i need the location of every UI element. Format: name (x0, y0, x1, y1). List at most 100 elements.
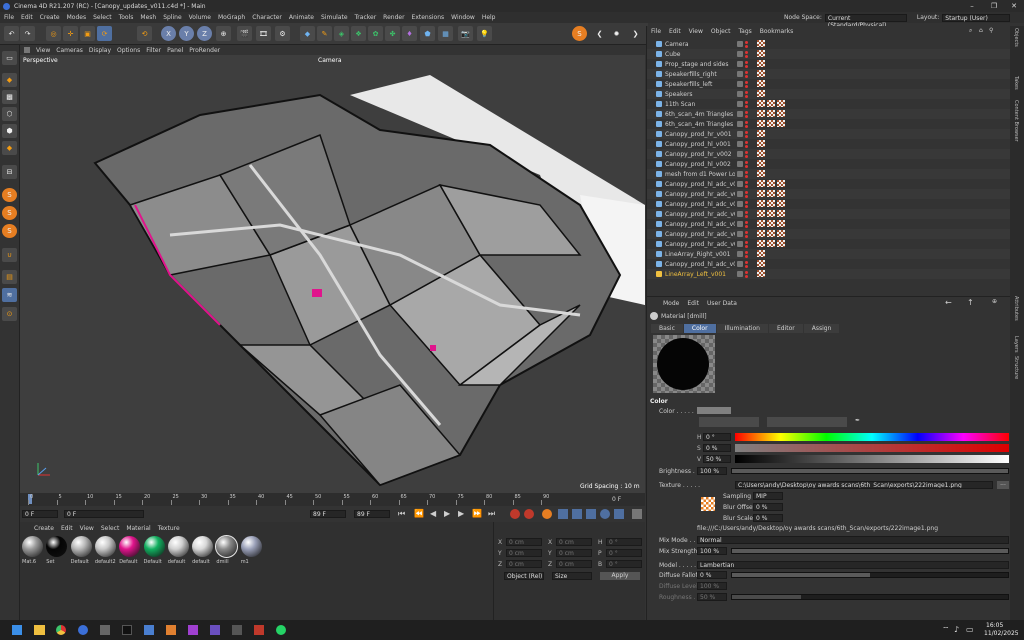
material-tag-icon[interactable] (777, 210, 785, 217)
object-name[interactable]: Canopy_prod_hl_v002 (665, 161, 735, 168)
material-tag-icon[interactable] (777, 200, 785, 207)
script-icon[interactable]: S (572, 26, 587, 41)
visibility-check-icon[interactable] (737, 251, 743, 257)
diffuse-level-field[interactable]: 100 % (697, 582, 727, 590)
attr-menu-edit[interactable]: Edit (687, 300, 699, 307)
prev-key-icon[interactable]: ⏪ (414, 509, 424, 518)
editor-visibility-dot[interactable] (745, 241, 748, 244)
editor-visibility-dot[interactable] (745, 81, 748, 84)
material-menu-view[interactable]: View (80, 525, 94, 532)
object-row[interactable]: Canopy_prod_hl_v002 (647, 159, 1011, 169)
editor-visibility-dot[interactable] (745, 161, 748, 164)
editor-visibility-dot[interactable] (745, 131, 748, 134)
hue-slider[interactable] (735, 433, 1009, 441)
brightness-field[interactable]: 100 % (697, 467, 727, 475)
object-row[interactable]: LineArray_Right_v001 (647, 249, 1011, 259)
rotate-icon[interactable]: ⟳ (97, 26, 112, 41)
material-tag-icon[interactable] (757, 130, 765, 137)
object-menu-tags[interactable]: Tags (738, 28, 751, 35)
viewport-options-icon[interactable] (24, 47, 30, 53)
menu-mesh[interactable]: Mesh (140, 14, 156, 21)
key-rotation-icon[interactable] (586, 509, 596, 519)
object-row[interactable]: 11th Scan (647, 99, 1011, 109)
render-view-icon[interactable]: 🎞 (256, 26, 271, 41)
visibility-check-icon[interactable] (737, 231, 743, 237)
prev-frame-icon[interactable]: ◀ (430, 509, 436, 518)
object-name[interactable]: Prop_stage and sides (665, 61, 735, 68)
object-row[interactable]: 6th_scan_4m Triangles HR (647, 109, 1011, 119)
visibility-check-icon[interactable] (737, 171, 743, 177)
visibility-check-icon[interactable] (737, 101, 743, 107)
menu-character[interactable]: Character (252, 14, 282, 21)
menu-render[interactable]: Render (383, 14, 404, 21)
object-row[interactable]: LineArray_Left_v001 (647, 269, 1011, 279)
script-s-icon-1[interactable]: S (2, 188, 17, 202)
object-search-icon[interactable]: ⌕ (969, 27, 972, 35)
render-region-icon[interactable]: 🎬 (237, 26, 252, 41)
visibility-check-icon[interactable] (737, 151, 743, 157)
material-menu-material[interactable]: Material (126, 525, 150, 532)
material-menu-edit[interactable]: Edit (61, 525, 73, 532)
attr-back-arrow-icon[interactable]: ← (945, 298, 952, 307)
material-tag-icon[interactable] (757, 110, 765, 117)
goto-start-icon[interactable]: ⏮ (398, 509, 405, 519)
object-name[interactable]: Canopy_prod_hr_adc_v005 (665, 211, 735, 218)
render-visibility-dot[interactable] (745, 95, 748, 98)
material-ball[interactable] (192, 536, 214, 557)
material-tag-icon[interactable] (757, 50, 765, 57)
next-key-icon[interactable]: ⏩ (472, 509, 482, 518)
editor-visibility-dot[interactable] (745, 191, 748, 194)
object-name[interactable]: 6th_scan_4m Triangles HL (665, 121, 735, 128)
material-tag-icon[interactable] (777, 120, 785, 127)
menu-volume[interactable]: Volume (189, 14, 211, 21)
shield-icon[interactable] (144, 625, 154, 635)
coord-size-select[interactable]: Size (552, 572, 592, 580)
object-name[interactable]: Camera (665, 41, 735, 48)
back-arrow-icon[interactable]: ❮ (592, 26, 607, 41)
side-tab-structure[interactable]: Structure (1013, 356, 1019, 379)
object-row[interactable]: mesh from d1 Power Lofter (647, 169, 1011, 179)
undo-icon[interactable]: ↶ (4, 26, 19, 41)
object-name[interactable]: Canopy_prod_hl_v001 (665, 141, 735, 148)
visibility-check-icon[interactable] (737, 181, 743, 187)
menu-spline[interactable]: Spline (163, 14, 181, 21)
render-visibility-dot[interactable] (745, 175, 748, 178)
menu-animate[interactable]: Animate (289, 14, 314, 21)
material-tag-icon[interactable] (777, 230, 785, 237)
attr-tab-color[interactable]: Color (683, 324, 716, 333)
render-visibility-dot[interactable] (745, 85, 748, 88)
render-visibility-dot[interactable] (745, 275, 748, 278)
render-visibility-dot[interactable] (745, 235, 748, 238)
material-tag-icon[interactable] (767, 190, 775, 197)
material-tag-icon[interactable] (777, 220, 785, 227)
object-row[interactable]: Canopy_prod_hr_adc_v008 (647, 239, 1011, 249)
object-filter-icon[interactable]: ⚲ (989, 27, 993, 34)
material-tag-icon[interactable] (757, 250, 765, 257)
value-slider[interactable] (735, 455, 1009, 463)
material-ball[interactable] (240, 536, 262, 557)
diffuse-falloff-slider[interactable] (731, 572, 1009, 578)
render-visibility-dot[interactable] (745, 265, 748, 268)
material-tag-icon[interactable] (757, 220, 765, 227)
material-name[interactable]: Set (46, 559, 70, 565)
wifi-icon[interactable]: ⌔ (942, 625, 950, 635)
side-tab-takes[interactable]: Takes (1013, 76, 1019, 90)
visibility-check-icon[interactable] (737, 131, 743, 137)
coord-value-field[interactable]: 0 ° (606, 549, 642, 557)
material-tag-icon[interactable] (757, 100, 765, 107)
render-visibility-dot[interactable] (745, 215, 748, 218)
menu-file[interactable]: File (4, 14, 14, 21)
coordinate-system-icon[interactable]: ⊕ (216, 26, 231, 41)
battery-icon[interactable]: ▭ (966, 625, 974, 634)
coord-value-field[interactable]: 0 cm (556, 560, 592, 568)
visibility-check-icon[interactable] (737, 241, 743, 247)
material-ball[interactable] (22, 536, 43, 557)
material-name[interactable]: Default (119, 559, 143, 565)
material-ball[interactable] (119, 536, 141, 557)
recent-tool-icon[interactable]: ⟲ (137, 26, 152, 41)
object-name[interactable]: 6th_scan_4m Triangles HR (665, 111, 735, 118)
material-tag-icon[interactable] (757, 160, 765, 167)
editor-visibility-dot[interactable] (745, 251, 748, 254)
preview-end-field[interactable]: 89 F (354, 510, 390, 518)
material-name[interactable]: Mat.6 (22, 559, 46, 565)
